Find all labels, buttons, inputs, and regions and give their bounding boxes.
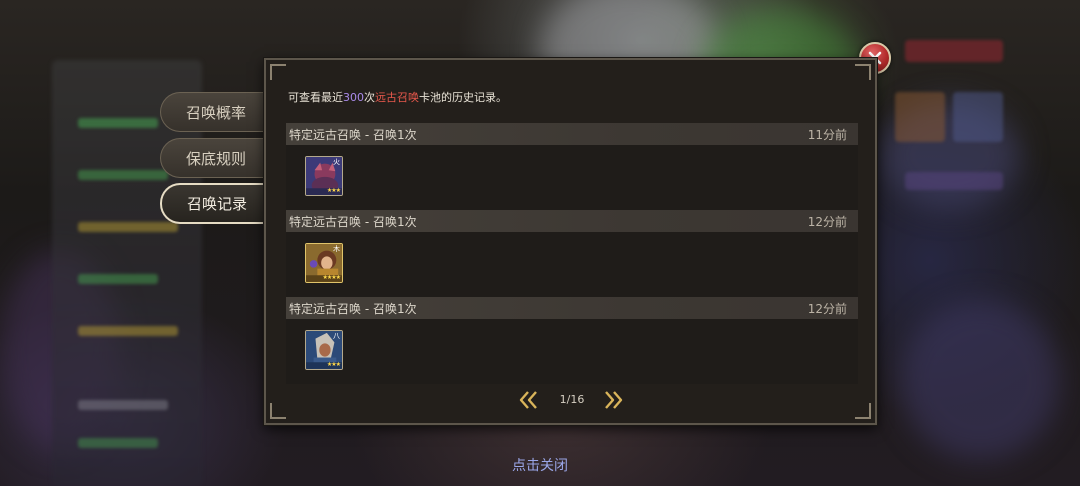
pool-name: 远古召唤 [375, 91, 419, 104]
history-record: 特定远古召唤 - 召唤1次 12分前 八 ★★★ [286, 297, 858, 384]
hero-stars: ★★★ [326, 187, 341, 194]
element-mark: 八 [333, 332, 340, 340]
record-title: 特定远古召唤 - 召唤1次 [289, 214, 417, 229]
tab-label: 召唤记录 [187, 195, 248, 213]
history-list: 特定远古召唤 - 召唤1次 11分前 火 ★★★ 特定远古召唤 - 召唤1次 1… [286, 123, 858, 384]
summon-history-panel: 可查看最近300次远古召唤卡池的历史记录。 特定远古召唤 - 召唤1次 11分前 [264, 58, 877, 425]
tab-pity-rules[interactable]: 保底规则 [160, 138, 266, 178]
tab-summon-history[interactable]: 召唤记录 [160, 183, 266, 224]
hero-card[interactable]: 八 ★★★ [305, 330, 343, 370]
hero-card[interactable]: 木 ★★★★ [305, 243, 343, 283]
tab-label: 召唤概率 [186, 103, 247, 122]
hero-stars: ★★★★ [322, 274, 340, 281]
record-time: 12分前 [807, 301, 847, 316]
history-record: 特定远古召唤 - 召唤1次 11分前 火 ★★★ [286, 123, 858, 210]
history-description: 可查看最近300次远古召唤卡池的历史记录。 [288, 91, 507, 104]
tap-to-close-label[interactable]: 点击关闭 [490, 455, 590, 475]
hero-card[interactable]: 火 ★★★ [305, 156, 343, 196]
pagination: 1/16 [266, 387, 875, 413]
record-time: 11分前 [807, 127, 847, 142]
record-header: 特定远古召唤 - 召唤1次 11分前 [286, 123, 858, 145]
tab-summon-probability[interactable]: 召唤概率 [160, 92, 266, 132]
history-record: 特定远古召唤 - 召唤1次 12分前 木 ★★★★ [286, 210, 858, 297]
record-count: 300 [343, 91, 364, 104]
double-chevron-right-icon[interactable] [602, 389, 626, 411]
hero-stars: ★★★ [326, 361, 341, 368]
page-indicator: 1/16 [559, 393, 585, 406]
element-mark: 木 [333, 245, 340, 253]
tab-label: 保底规则 [186, 149, 247, 168]
record-title: 特定远古召唤 - 召唤1次 [289, 127, 417, 142]
record-header: 特定远古召唤 - 召唤1次 12分前 [286, 210, 858, 232]
element-mark: 火 [333, 158, 340, 166]
record-header: 特定远古召唤 - 召唤1次 12分前 [286, 297, 858, 319]
double-chevron-left-icon[interactable] [516, 389, 540, 411]
record-title: 特定远古召唤 - 召唤1次 [289, 301, 417, 316]
record-time: 12分前 [807, 214, 847, 229]
